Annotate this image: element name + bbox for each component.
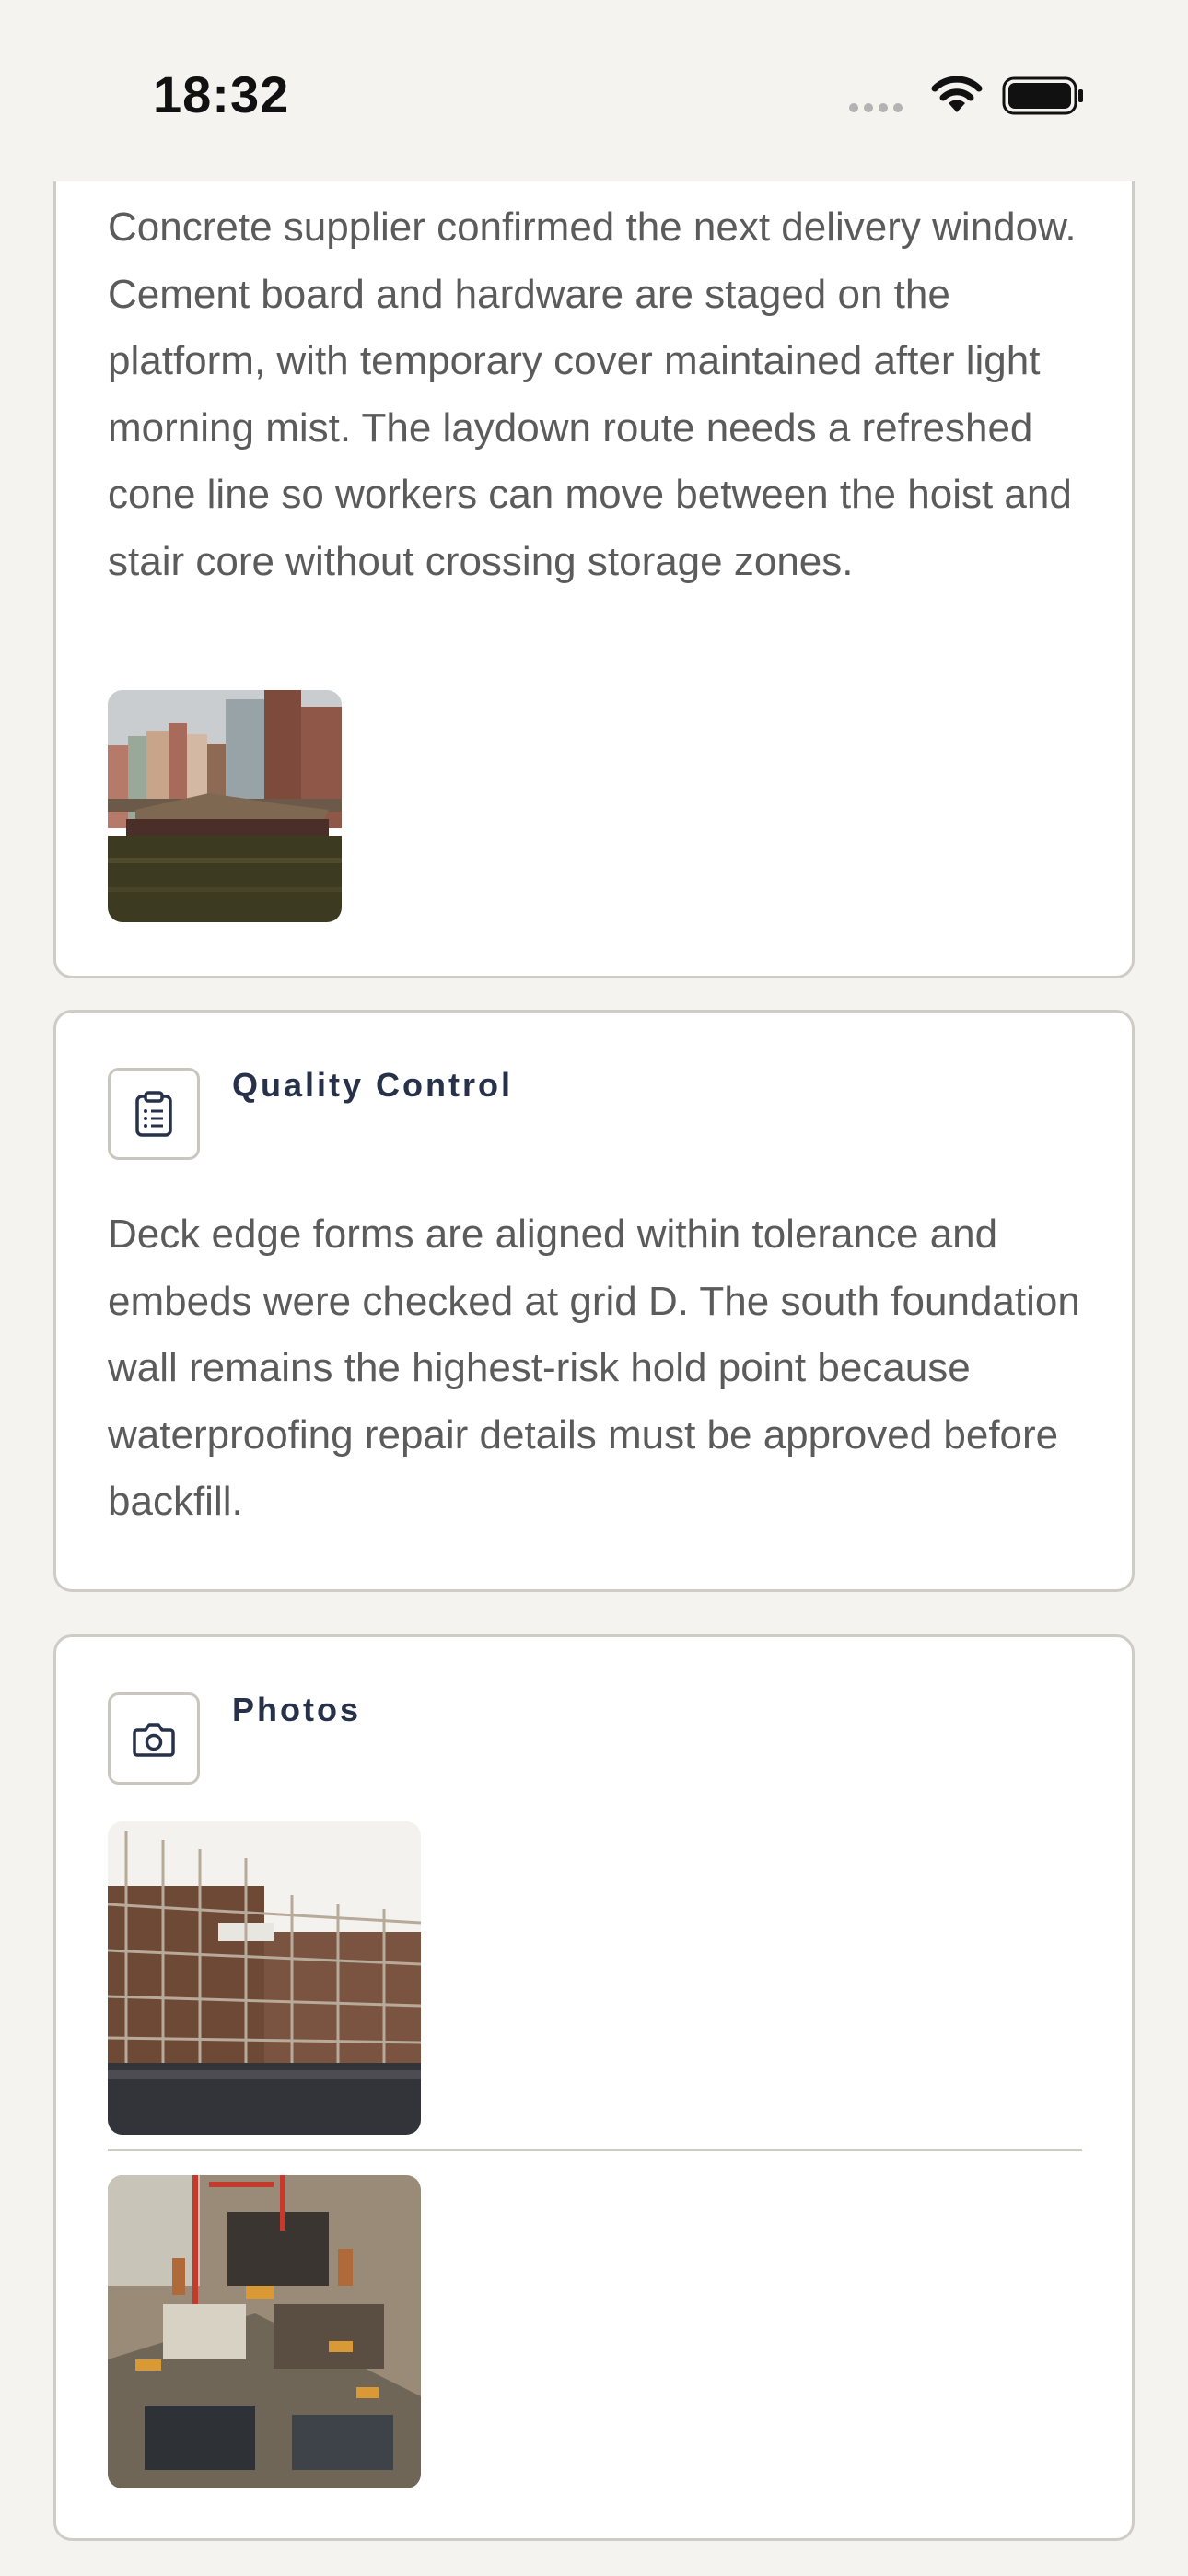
harbor-photo[interactable] [108, 690, 342, 922]
section-title-photos: Photos [232, 1691, 361, 1728]
quality-control-card: Quality Control Deck edge forms are alig… [53, 1010, 1135, 1592]
wifi-icon [931, 76, 983, 112]
site-photo[interactable] [108, 2175, 421, 2488]
cellular-signal-icon [849, 103, 903, 112]
photo-divider [108, 2149, 1082, 2151]
camera-icon [108, 1692, 200, 1785]
photos-card: Photos [53, 1634, 1135, 2541]
section-title-quality-control: Quality Control [232, 1066, 513, 1104]
status-bar: 18:32 [0, 0, 1188, 181]
clipboard-icon [108, 1068, 200, 1160]
site-notes-text: Concrete supplier confirmed the next del… [108, 205, 1077, 584]
battery-icon [1002, 76, 1083, 115]
scaffold-photo[interactable] [108, 1821, 421, 2135]
quality-control-text: Deck edge forms are aligned within toler… [108, 1212, 1080, 1524]
status-time: 18:32 [153, 65, 290, 123]
site-notes-card: Concrete supplier confirmed the next del… [53, 138, 1135, 978]
